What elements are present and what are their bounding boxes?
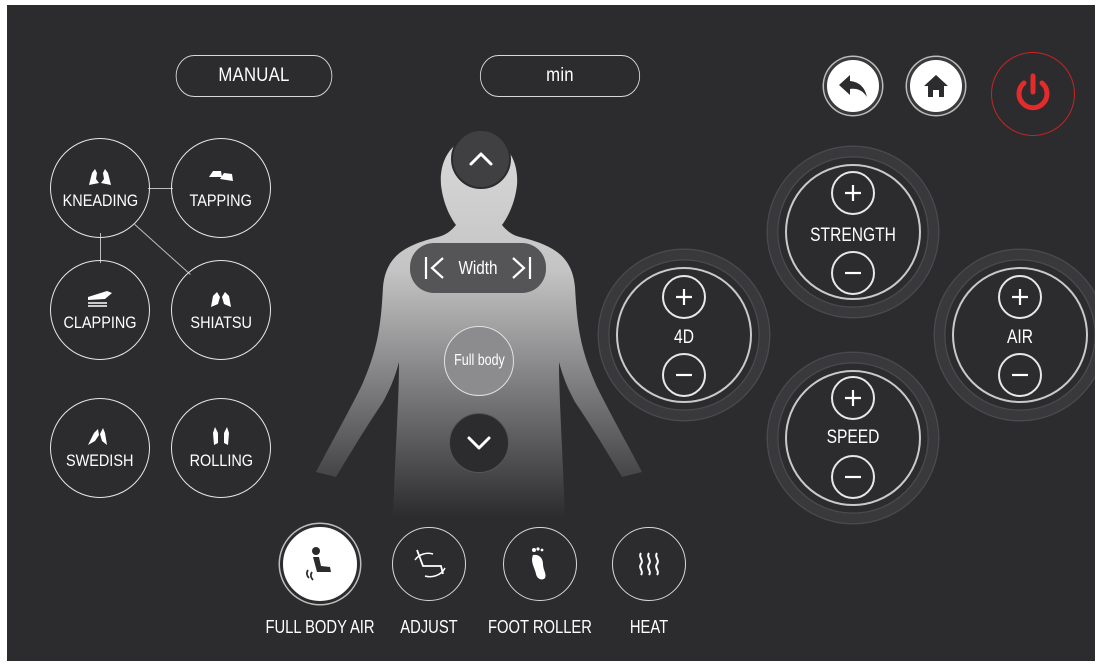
tapping-hands-icon <box>209 171 233 181</box>
full-body-label: Full body <box>453 352 505 369</box>
minus-icon <box>845 475 861 479</box>
power-icon <box>1016 73 1050 111</box>
4d-label: 4D <box>674 327 694 348</box>
strength-increase-button[interactable] <box>831 171 875 215</box>
minus-icon <box>845 271 861 275</box>
4d-increase-button[interactable] <box>662 275 706 319</box>
air-label: AIR <box>1007 327 1033 348</box>
chevron-up-icon <box>469 152 493 166</box>
heat-waves-icon <box>639 552 659 576</box>
mode-shiatsu-button[interactable]: SHIATSU <box>171 260 271 360</box>
back-button[interactable] <box>824 57 882 115</box>
width-label: Width <box>458 257 498 278</box>
timer-label: min <box>546 65 574 86</box>
mode-label: ROLLING <box>189 451 253 470</box>
full-body-air-label: FULL BODY AIR <box>265 617 375 637</box>
mode-clapping-button[interactable]: CLAPPING <box>50 260 150 360</box>
swedish-hands-icon <box>88 428 107 445</box>
strength-decrease-button[interactable] <box>831 251 875 295</box>
adjust-label: ADJUST <box>400 617 458 637</box>
adjust-button[interactable] <box>392 527 466 601</box>
mode-label: SWEDISH <box>66 451 134 470</box>
move-up-button[interactable] <box>451 129 511 189</box>
recline-icon <box>414 549 446 578</box>
shiatsu-thumbs-icon <box>211 292 231 307</box>
mode-label: TAPPING <box>189 191 253 210</box>
width-increase-icon[interactable] <box>507 254 533 282</box>
full-body-button[interactable]: Full body <box>444 326 514 396</box>
foot-roller-label: FOOT ROLLER <box>488 617 592 637</box>
home-icon <box>924 75 948 97</box>
mode-display[interactable]: MANUAL <box>175 55 333 97</box>
home-button[interactable] <box>907 57 965 115</box>
minus-icon <box>1012 373 1028 377</box>
mode-label: KNEADING <box>62 191 138 210</box>
clapping-hand-icon <box>88 291 112 307</box>
heat-button[interactable] <box>612 527 686 601</box>
mode-kneading-button[interactable]: KNEADING <box>50 138 150 238</box>
4d-decrease-button[interactable] <box>662 353 706 397</box>
mode-connector <box>148 188 173 190</box>
foot-icon <box>532 547 546 580</box>
chevron-down-icon <box>467 436 491 450</box>
air-increase-button[interactable] <box>998 275 1042 319</box>
width-control[interactable]: Width <box>410 243 546 293</box>
mode-rolling-button[interactable]: ROLLING <box>171 398 271 498</box>
timer-display[interactable]: min <box>479 55 641 97</box>
full-body-air-button[interactable] <box>283 527 357 601</box>
air-decrease-button[interactable] <box>998 353 1042 397</box>
strength-label: STRENGTH <box>810 225 896 246</box>
control-panel: MANUAL min KNEADING TAPPING CLAPPING SHI… <box>7 5 1095 661</box>
speed-decrease-button[interactable] <box>831 455 875 499</box>
plus-icon <box>845 185 861 201</box>
mode-label: CLAPPING <box>63 313 137 332</box>
speed-label: SPEED <box>826 427 880 448</box>
mode-label: SHIATSU <box>190 313 252 332</box>
back-icon <box>839 75 867 97</box>
power-button[interactable] <box>991 52 1075 136</box>
foot-roller-button[interactable] <box>503 527 577 601</box>
heat-label: HEAT <box>629 617 669 637</box>
mode-connector <box>134 224 191 276</box>
person-seated-icon <box>306 547 331 581</box>
minus-icon <box>676 373 692 377</box>
plus-icon <box>845 390 861 406</box>
plus-icon <box>1012 289 1028 305</box>
mode-label: MANUAL <box>218 65 290 86</box>
width-decrease-icon[interactable] <box>423 254 449 282</box>
mode-tapping-button[interactable]: TAPPING <box>171 138 271 238</box>
rolling-hands-icon <box>213 427 229 445</box>
plus-icon <box>676 289 692 305</box>
kneading-hands-icon <box>89 169 111 185</box>
speed-increase-button[interactable] <box>831 376 875 420</box>
mode-swedish-button[interactable]: SWEDISH <box>50 398 150 498</box>
move-down-button[interactable] <box>449 413 509 473</box>
